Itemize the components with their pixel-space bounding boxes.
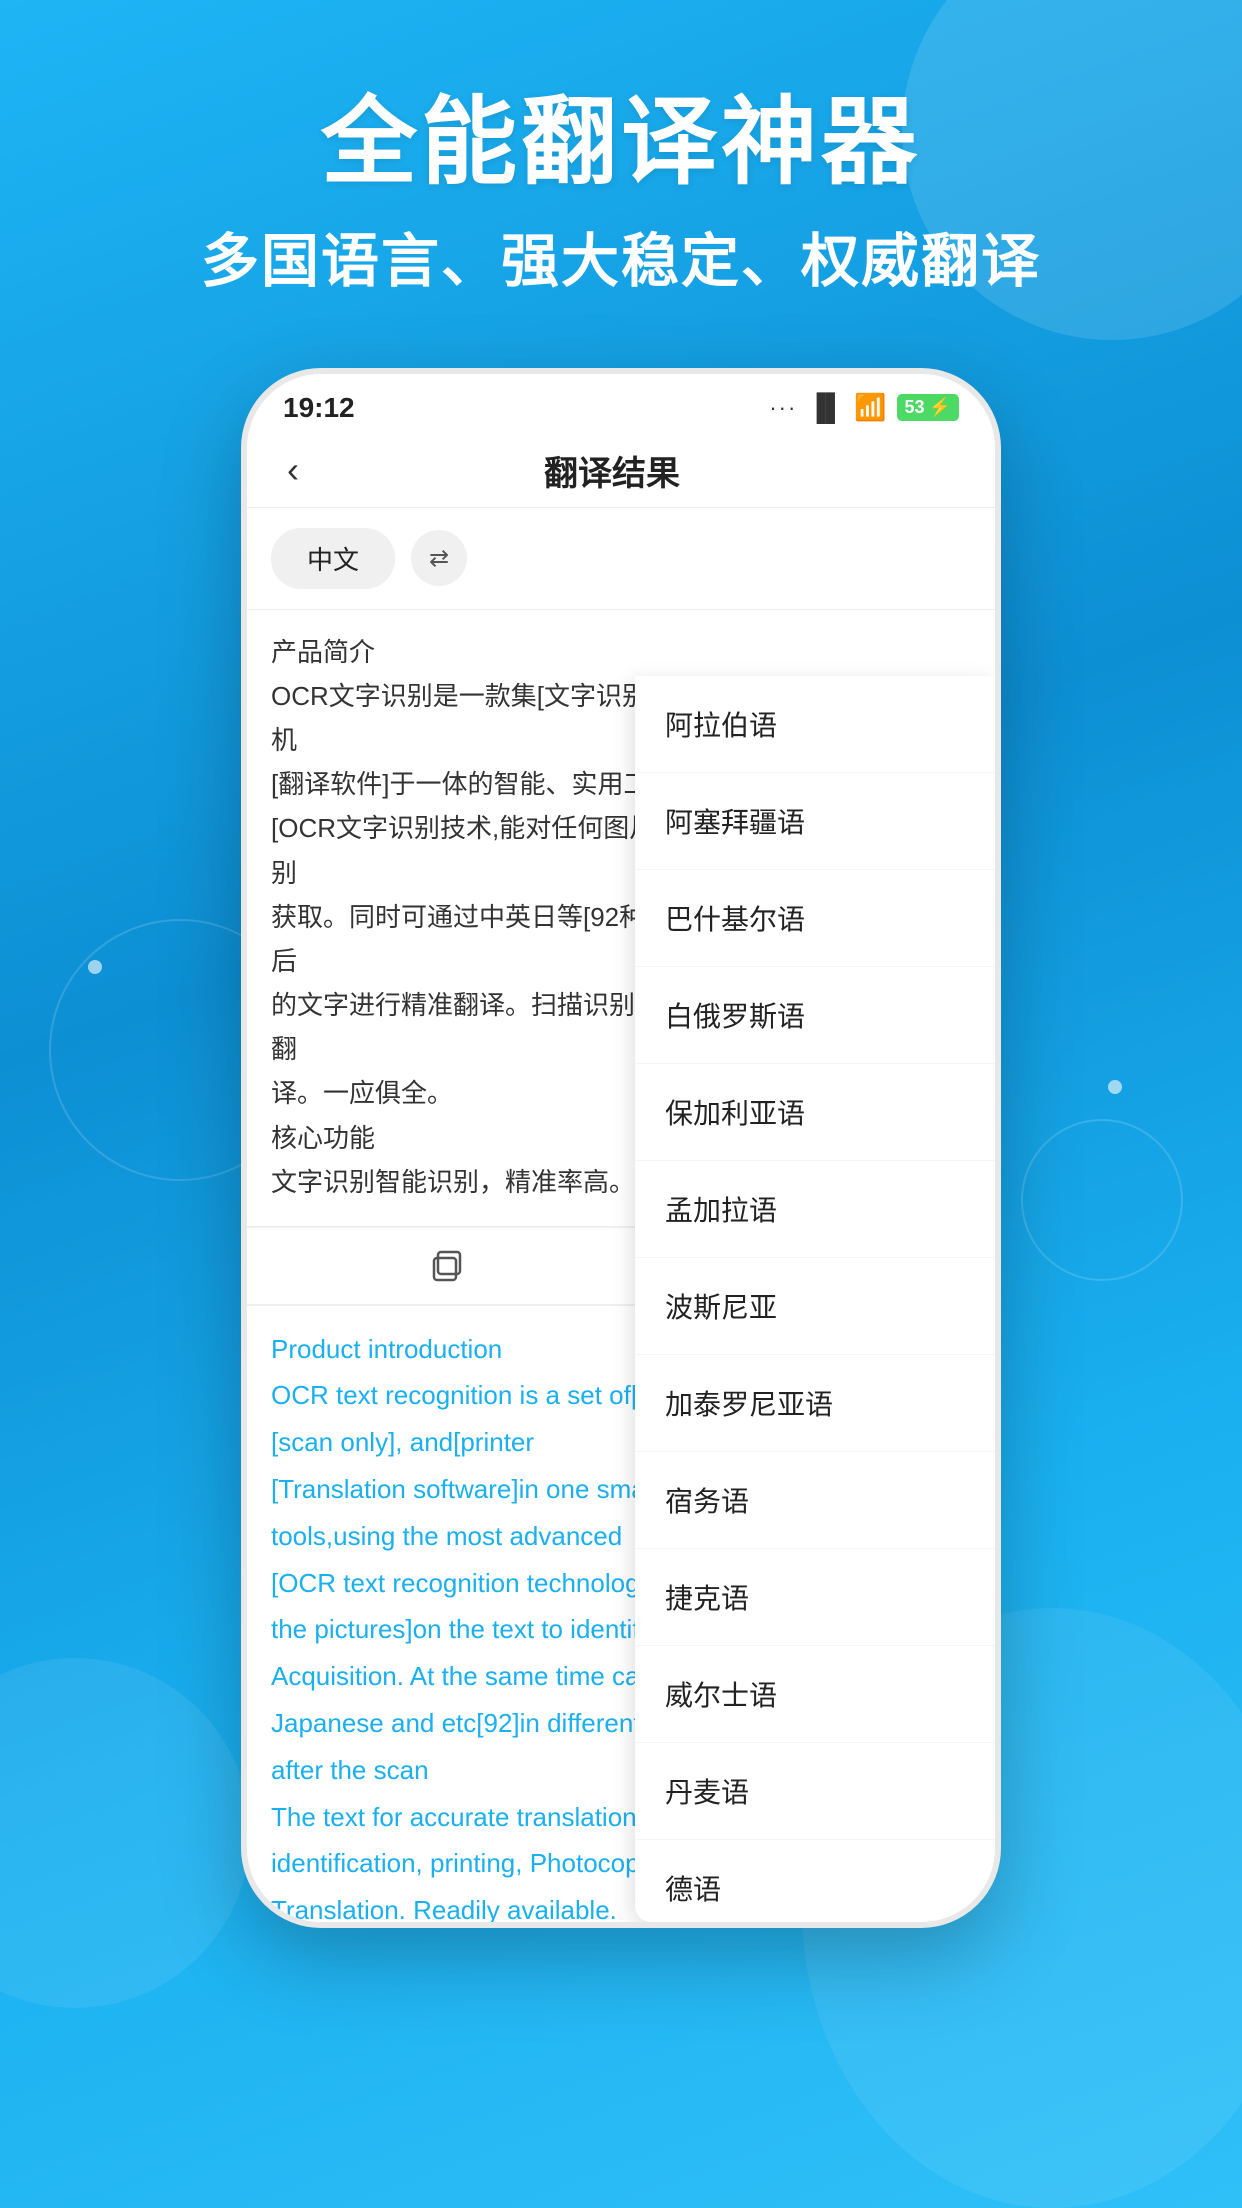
phone-screen: 19:12 ··· ▐▌ 📶 53 ⚡ ‹ 翻译结果 [247,374,995,1922]
phone-container: 19:12 ··· ▐▌ 📶 53 ⚡ ‹ 翻译结果 [0,368,1242,1928]
dropdown-item-bosnian[interactable]: 波斯尼亚 [635,1258,995,1355]
translation-area: 中文 ⇄ 产品简介 OCR文字识别是一款集[文字识别] 机 [翻译软件]于一体的… [247,508,995,1922]
phone-frame: 19:12 ··· ▐▌ 📶 53 ⚡ ‹ 翻译结果 [241,368,1001,1928]
copy-icon [424,1244,468,1288]
header-section: 全能翻译神器 多国语言、强大稳定、权威翻译 [0,0,1242,338]
main-title: 全能翻译神器 [0,90,1242,196]
wifi-icon: 📶 [854,392,886,423]
dropdown-item-danish[interactable]: 丹麦语 [635,1743,995,1840]
source-lang-button[interactable]: 中文 [271,528,395,589]
status-icons: ··· ▐▌ 📶 53 ⚡ [769,392,959,423]
nav-bar: ‹ 翻译结果 [247,434,995,508]
dropdown-item-czech[interactable]: 捷克语 [635,1549,995,1646]
signal-bars-icon: ▐▌ [807,392,844,423]
dropdown-item-bashkir[interactable]: 巴什基尔语 [635,870,995,967]
signal-dots-icon: ··· [769,395,797,421]
dropdown-item-cebuano[interactable]: 宿务语 [635,1452,995,1549]
status-time: 19:12 [283,392,355,424]
language-dropdown: 阿拉伯语 阿塞拜疆语 巴什基尔语 白俄罗斯语 保加利亚语 孟加拉语 波斯尼亚 加… [635,676,995,1922]
dropdown-item-bengali[interactable]: 孟加拉语 [635,1161,995,1258]
back-button[interactable]: ‹ [277,449,309,491]
swap-lang-button[interactable]: ⇄ [411,530,467,586]
battery-pct: 53 [905,397,925,418]
dropdown-item-belarusian[interactable]: 白俄罗斯语 [635,967,995,1064]
nav-title: 翻译结果 [309,446,915,495]
dropdown-item-azerbaijani[interactable]: 阿塞拜疆语 [635,773,995,870]
battery-indicator: 53 ⚡ [897,394,959,421]
battery-lightning-icon: ⚡ [929,397,951,418]
dropdown-item-bulgarian[interactable]: 保加利亚语 [635,1064,995,1161]
dropdown-item-catalan[interactable]: 加泰罗尼亚语 [635,1355,995,1452]
status-bar: 19:12 ··· ▐▌ 📶 53 ⚡ [247,374,995,434]
sub-title: 多国语言、强大稳定、权威翻译 [0,214,1242,298]
dropdown-item-welsh[interactable]: 威尔士语 [635,1646,995,1743]
dropdown-item-german[interactable]: 德语 [635,1840,995,1922]
lang-selector-row: 中文 ⇄ [247,508,995,610]
dropdown-item-arabic[interactable]: 阿拉伯语 [635,676,995,773]
copy-button[interactable] [271,1244,621,1288]
